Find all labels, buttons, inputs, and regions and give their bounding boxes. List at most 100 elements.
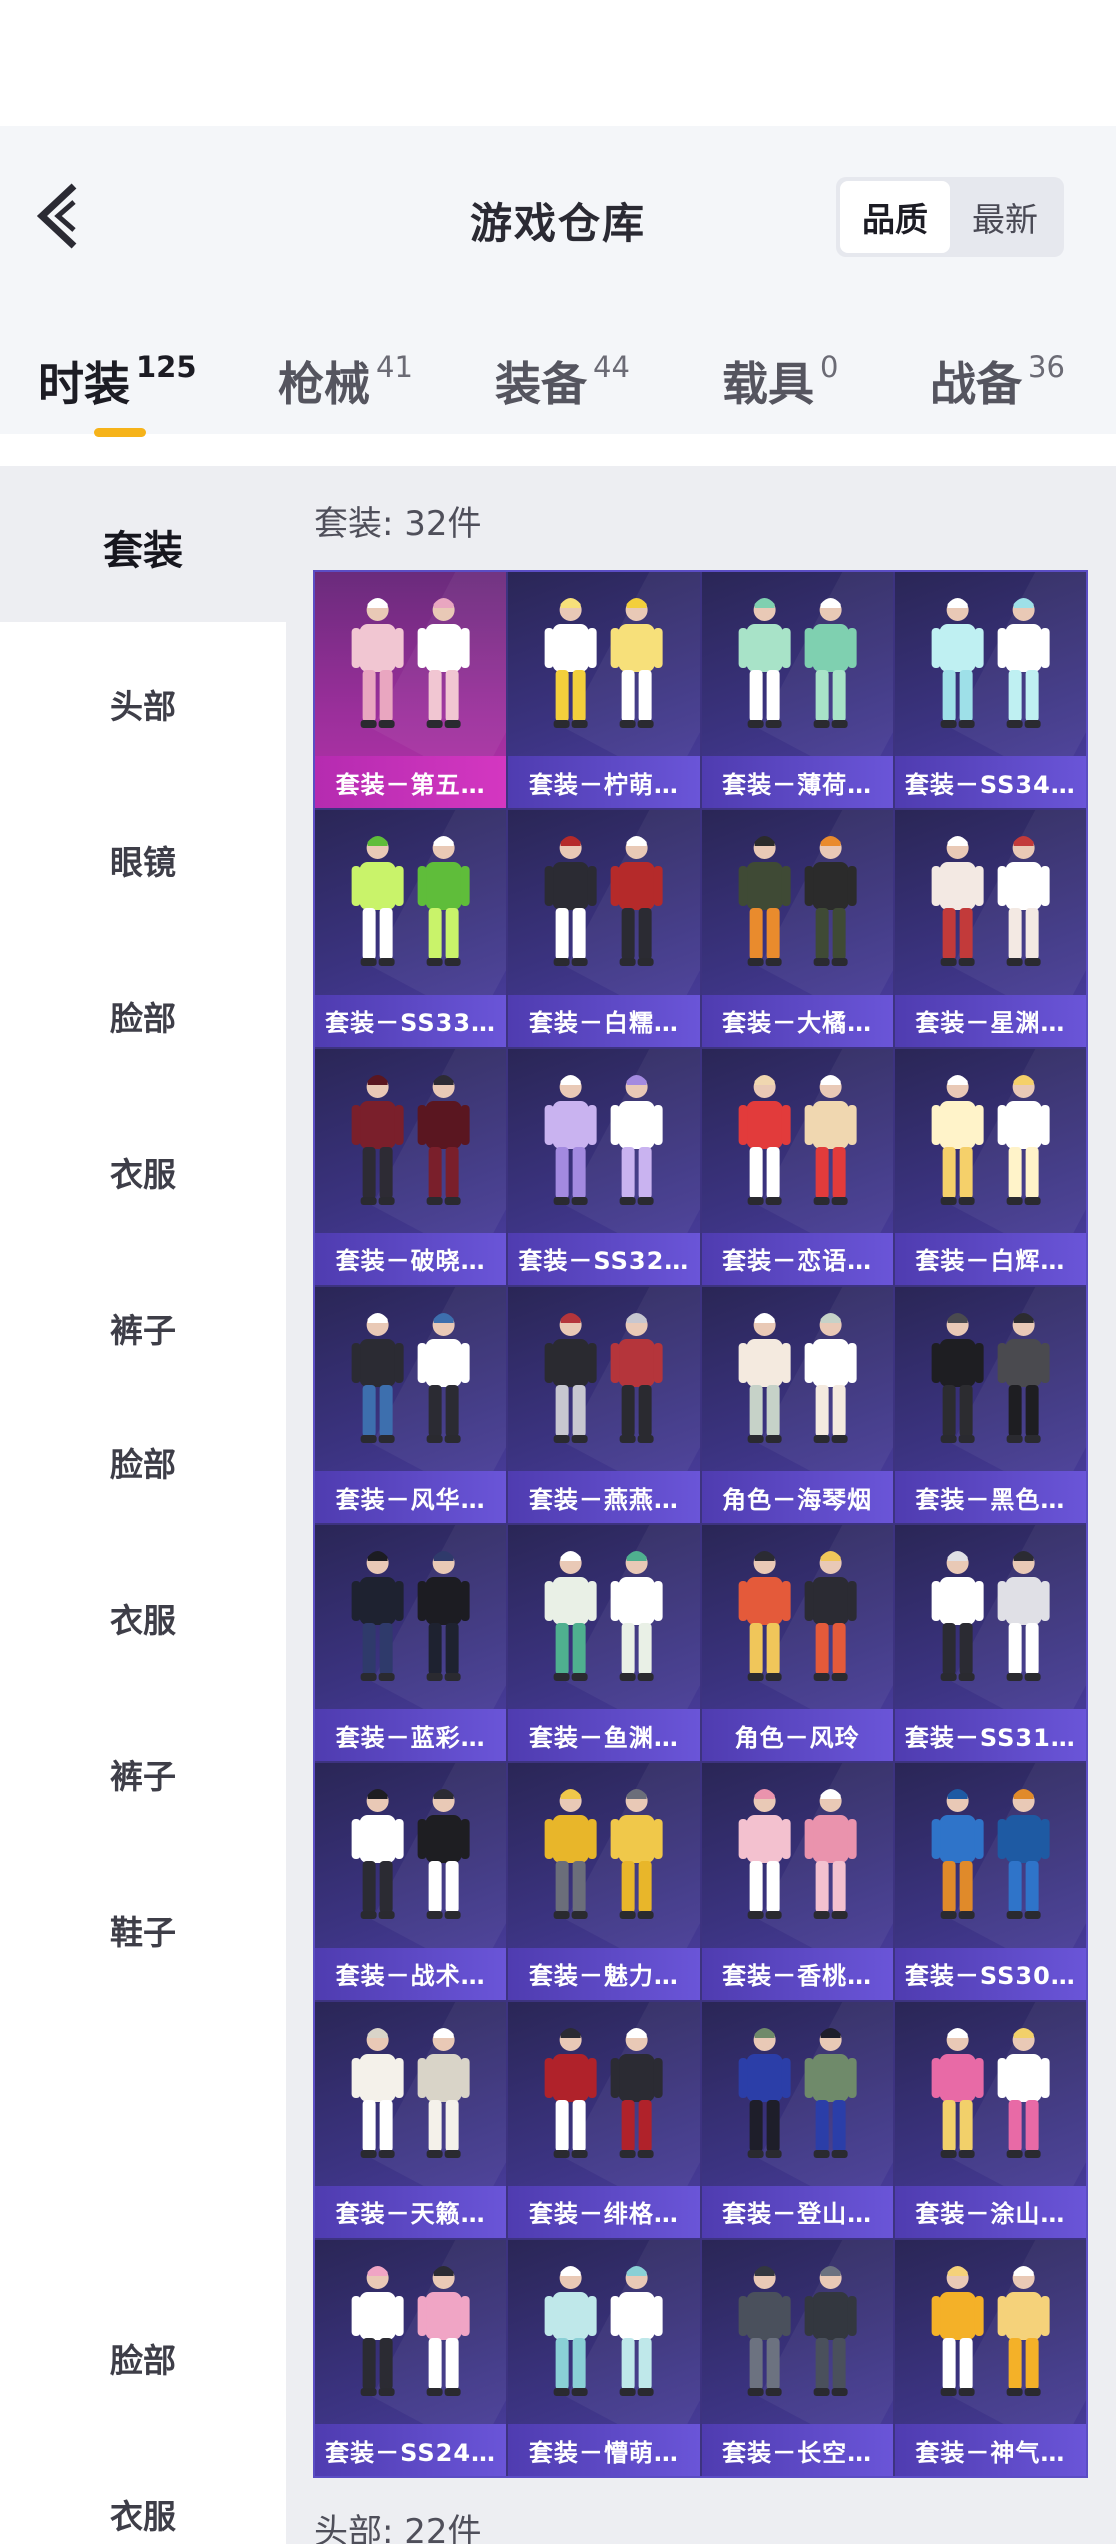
tab-label: 时装 — [38, 357, 130, 411]
outfit-thumbnail-icon — [931, 836, 1050, 967]
sidebar-item-glasses[interactable]: 眼镜 — [0, 836, 286, 884]
outfit-thumbnail-icon — [931, 2027, 1050, 2158]
item-card[interactable]: 套装－SS32… — [508, 1048, 700, 1285]
item-card[interactable]: 角色－风玲 — [701, 1525, 893, 1762]
item-card-label: 套装－白糯… — [508, 994, 700, 1047]
sidebar-item-outfit[interactable]: 套装 — [0, 518, 286, 576]
item-card[interactable]: 套装－恋语… — [701, 1048, 893, 1285]
status-bar — [0, 0, 1116, 126]
outfit-thumbnail-icon — [931, 1551, 1050, 1681]
outfit-thumbnail-icon — [738, 836, 857, 967]
item-card[interactable]: 套装－天籁… — [315, 2001, 507, 2238]
item-card[interactable]: 套装－涂山… — [894, 2001, 1086, 2238]
sort-by-newest-button[interactable]: 最新 — [950, 181, 1060, 253]
sort-by-quality-button[interactable]: 品质 — [840, 181, 950, 253]
item-card[interactable]: 套装－神气… — [894, 2239, 1086, 2476]
item-card[interactable]: 套装－柠萌… — [508, 572, 700, 809]
item-card-label: 套装－蓝彩… — [315, 1709, 507, 1762]
tab-fashion[interactable]: 时装 125 — [38, 348, 197, 414]
item-card[interactable]: 套装－懵萌… — [508, 2239, 700, 2476]
tab-label: 载具 — [722, 357, 814, 411]
item-card[interactable]: 套装－燕燕… — [508, 1286, 700, 1523]
sidebar-item-face-3[interactable]: 脸部 — [0, 2334, 286, 2382]
item-card[interactable]: 套装－香桃… — [701, 1763, 893, 2000]
item-card-label: 套装－涂山… — [894, 2185, 1086, 2238]
item-card-label: 套装－战术… — [315, 1947, 507, 2000]
outfit-thumbnail-icon — [738, 1312, 857, 1443]
item-card-label: 角色－风玲 — [701, 1709, 893, 1762]
outfit-thumbnail-icon — [544, 1789, 663, 1920]
item-card-label: 套装－柠萌… — [508, 756, 700, 809]
item-card[interactable]: 套装－薄荷… — [701, 572, 893, 809]
item-card[interactable]: 套装－战术… — [315, 1763, 507, 2000]
sidebar-item-shoes[interactable]: 鞋子 — [0, 1906, 286, 1954]
outfit-thumbnail-icon — [738, 2027, 857, 2158]
outfit-thumbnail-icon — [738, 1551, 857, 1681]
item-card[interactable]: 套装－SS31… — [894, 1525, 1086, 1762]
item-card[interactable]: 套装－魅力… — [508, 1763, 700, 2000]
sidebar-item-clothes[interactable]: 衣服 — [0, 1148, 286, 1196]
outfit-thumbnail-icon — [738, 1789, 857, 1920]
item-card[interactable]: 套装－绯格… — [508, 2001, 700, 2238]
sidebar-item-head[interactable]: 头部 — [0, 680, 286, 728]
item-card[interactable]: 套装－长空… — [701, 2239, 893, 2476]
item-card[interactable]: 套装－星渊… — [894, 810, 1086, 1047]
outfit-thumbnail-icon — [544, 1312, 663, 1443]
item-card[interactable]: 套装－SS30… — [894, 1763, 1086, 2000]
item-card[interactable]: 套装－黑色… — [894, 1286, 1086, 1523]
outfit-thumbnail-icon — [738, 2265, 857, 2396]
item-card-label: 套装－SS31… — [894, 1709, 1086, 1762]
item-card-label: 套装－SS24… — [315, 2424, 507, 2476]
item-card[interactable]: 角色－海琴烟 — [701, 1286, 893, 1523]
item-card-label: 套装－薄荷… — [701, 756, 893, 809]
outfit-thumbnail-icon — [351, 1074, 470, 1205]
outfit-thumbnail-icon — [544, 836, 663, 967]
item-card[interactable]: 套装－蓝彩… — [315, 1525, 507, 1762]
sidebar-item-clothes-2[interactable]: 衣服 — [0, 1594, 286, 1642]
item-card[interactable]: 套装－风华… — [315, 1286, 507, 1523]
item-card-label: 套装－SS34… — [894, 756, 1086, 809]
item-card[interactable]: 套装－第五… — [315, 572, 507, 809]
item-card-label: 套装－恋语… — [701, 1232, 893, 1285]
item-card[interactable]: 套装－大橘… — [701, 810, 893, 1047]
tab-vehicles[interactable]: 载具 0 — [722, 348, 838, 414]
section-title: 套装: 32件 — [314, 504, 482, 544]
outfit-thumbnail-icon — [351, 1789, 470, 1920]
outfit-thumbnail-icon — [544, 2027, 663, 2158]
outfit-thumbnail-icon — [544, 2265, 663, 2396]
outfit-thumbnail-icon — [544, 598, 663, 728]
sidebar-item-face[interactable]: 脸部 — [0, 992, 286, 1040]
item-card[interactable]: 套装－破晓… — [315, 1048, 507, 1285]
item-card-label: 套装－白辉… — [894, 1232, 1086, 1285]
item-card-label: 套装－懵萌… — [508, 2424, 700, 2476]
outfit-thumbnail-icon — [351, 2027, 470, 2158]
sidebar-item-clothes-3[interactable]: 衣服 — [0, 2490, 286, 2538]
sort-toggle: 品质 最新 — [836, 177, 1064, 257]
item-card-label: 套装－SS30… — [894, 1947, 1086, 2000]
item-card[interactable]: 套装－SS34… — [894, 572, 1086, 809]
item-card-label: 套装－神气… — [894, 2424, 1086, 2476]
item-card[interactable]: 套装－白糯… — [508, 810, 700, 1047]
item-card[interactable]: 套装－鱼渊… — [508, 1525, 700, 1762]
item-card-label: 套装－长空… — [701, 2424, 893, 2476]
item-card[interactable]: 套装－登山… — [701, 2001, 893, 2238]
item-card-label: 套装－香桃… — [701, 1947, 893, 2000]
tab-equipment[interactable]: 装备 44 — [495, 348, 630, 414]
sidebar: 套装 头部 眼镜 脸部 衣服 裤子 脸部 衣服 裤子 鞋子 脸部 衣服 — [0, 466, 286, 2544]
outfit-thumbnail-icon — [544, 1551, 663, 1681]
content-panel: 套装: 32件 套装－第五… 套装－柠萌… 套装－薄荷… 套装－SS34… 套装－SS3… — [286, 466, 1116, 2544]
item-card-label: 套装－SS33… — [315, 994, 507, 1047]
item-card[interactable]: 套装－SS33… — [315, 810, 507, 1047]
sidebar-item-pants-2[interactable]: 裤子 — [0, 1750, 286, 1798]
category-tabs: 时装 125 枪械 41 装备 44 载具 0 战备 36 — [0, 340, 1116, 440]
sidebar-item-pants[interactable]: 裤子 — [0, 1304, 286, 1352]
tab-supplies[interactable]: 战备 36 — [930, 348, 1065, 414]
tab-label: 枪械 — [278, 357, 370, 411]
item-card[interactable]: 套装－白辉… — [894, 1048, 1086, 1285]
item-card[interactable]: 套装－SS24… — [315, 2239, 507, 2476]
outfit-thumbnail-icon — [738, 598, 857, 728]
tab-guns[interactable]: 枪械 41 — [278, 348, 413, 414]
sidebar-item-face-2[interactable]: 脸部 — [0, 1438, 286, 1486]
outfit-thumbnail-icon — [351, 836, 470, 967]
tab-label: 装备 — [495, 357, 587, 411]
